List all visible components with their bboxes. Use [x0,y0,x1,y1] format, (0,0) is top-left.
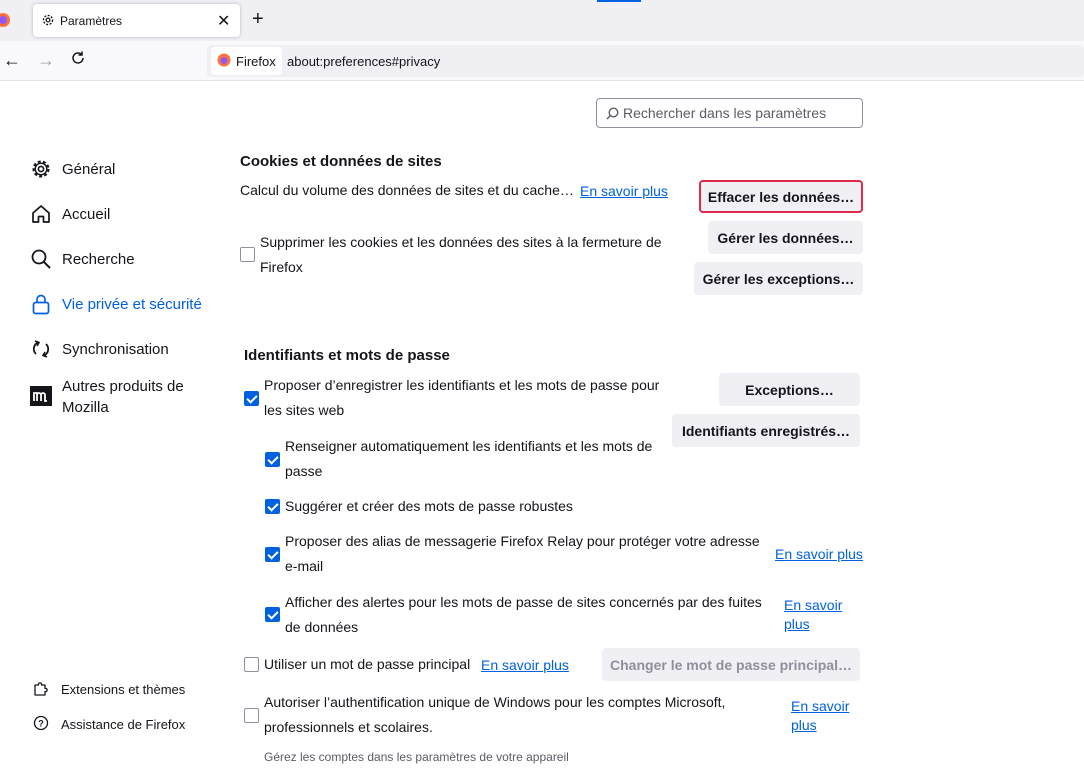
autofill-checkbox[interactable] [265,452,280,467]
sidebar-item-label: Autres produits de Mozilla [62,378,184,416]
sidebar-item-home[interactable]: Accueil [30,203,110,225]
home-icon [30,203,52,225]
svg-text:?: ? [38,719,44,729]
sidebar-item-label: Synchronisation [62,340,169,358]
gear-icon [30,158,52,180]
tab-title: Paramètres [60,14,123,28]
autofill-label: Renseigner automatiquement les identifia… [285,438,653,479]
windows-sso-label: Autoriser l’authentification unique de W… [264,694,726,735]
sidebar-item-general[interactable]: Général [30,158,115,180]
primary-password-checkbox[interactable] [244,657,259,672]
suggest-password-label: Suggérer et créer des mots de passe robu… [285,498,573,514]
saved-logins-button[interactable]: Identifiants enregistrés… [672,414,860,447]
breach-alerts-checkbox[interactable] [265,607,280,622]
sidebar-support[interactable]: ? Assistance de Firefox [33,715,185,734]
url-bar[interactable]: Firefox about:preferences#privacy [207,45,1084,77]
sidebar-item-label: Recherche [62,250,135,268]
new-tab-button[interactable]: + [252,8,264,31]
sidebar-item-label: Accueil [62,205,111,223]
reload-icon[interactable] [70,50,86,71]
gear-icon [41,13,55,32]
cookies-learn-more-link[interactable]: En savoir plus [580,182,668,201]
windows-sso-note: Gérez les comptes dans les paramètres de… [264,750,569,764]
help-icon: ? [33,715,49,734]
login-exceptions-button[interactable]: Exceptions… [719,373,860,406]
back-arrow-icon[interactable]: ← [3,50,21,71]
tab-indicator [597,0,641,2]
nav-bar: ← → Firefox about:preferences#privacy [0,41,1084,81]
cookies-heading: Cookies et données de sites [240,153,442,170]
windows-sso-learn-more-link[interactable]: En savoir plus [791,697,861,735]
sidebar-item-sync[interactable]: Synchronisation [30,338,169,360]
search-icon [30,248,52,270]
sidebar-footer-label: Extensions et thèmes [61,682,186,697]
relay-checkbox[interactable] [265,547,280,562]
identity-label: Firefox [236,53,276,69]
puzzle-icon [33,680,49,699]
sidebar-item-mozilla[interactable]: Autres produits de Mozilla [30,376,202,418]
tab-strip: Paramètres ✕ + [0,0,1084,41]
offer-save-label: Proposer d’enregistrer les identifiants … [264,377,660,418]
search-icon [606,107,619,125]
logins-heading: Identifiants et mots de passe [244,347,450,364]
lock-icon [30,293,52,315]
sidebar-item-label: Général [62,160,116,178]
breach-alerts-label: Afficher des alertes pour les mots de pa… [285,594,762,635]
clear-data-button[interactable]: Effacer les données… [699,180,863,213]
close-icon[interactable]: ✕ [217,11,230,31]
windows-sso-checkbox[interactable] [244,708,259,723]
forward-arrow-icon[interactable]: → [37,50,55,71]
sidebar-item-privacy[interactable]: Vie privée et sécurité [30,293,202,315]
settings-search[interactable] [596,98,863,128]
sidebar-footer-label: Assistance de Firefox [61,717,186,732]
relay-learn-more-link[interactable]: En savoir plus [775,545,863,564]
sidebar-item-label: Vie privée et sécurité [62,295,202,313]
delete-on-close-checkbox[interactable] [240,247,255,262]
primary-password-learn-more-link[interactable]: En savoir plus [481,656,569,675]
tab-settings[interactable]: Paramètres ✕ [33,4,240,37]
sync-icon [30,338,52,360]
firefox-icon[interactable] [0,12,14,28]
change-primary-password-button[interactable]: Changer le mot de passe principal… [602,648,860,681]
suggest-password-checkbox[interactable] [265,499,280,514]
identity-box[interactable]: Firefox [211,47,282,75]
sidebar-extensions[interactable]: Extensions et thèmes [33,680,185,699]
primary-password-label: Utiliser un mot de passe principal [264,656,471,672]
url-text[interactable]: about:preferences#privacy [287,54,440,69]
relay-label: Proposer des alias de messagerie Firefox… [285,533,760,574]
cookies-status-text: Calcul du volume des données de sites et… [240,182,574,198]
offer-save-checkbox[interactable] [244,391,259,406]
firefox-icon [217,53,231,70]
search-input[interactable] [623,99,853,127]
delete-on-close-label: Supprimer les cookies et les données des… [260,234,662,275]
mozilla-icon [30,385,52,407]
breach-learn-more-link[interactable]: En savoir plus [784,596,854,634]
sidebar-item-search[interactable]: Recherche [30,248,135,270]
manage-data-button[interactable]: Gérer les données… [708,221,863,254]
manage-exceptions-button[interactable]: Gérer les exceptions… [694,262,863,295]
